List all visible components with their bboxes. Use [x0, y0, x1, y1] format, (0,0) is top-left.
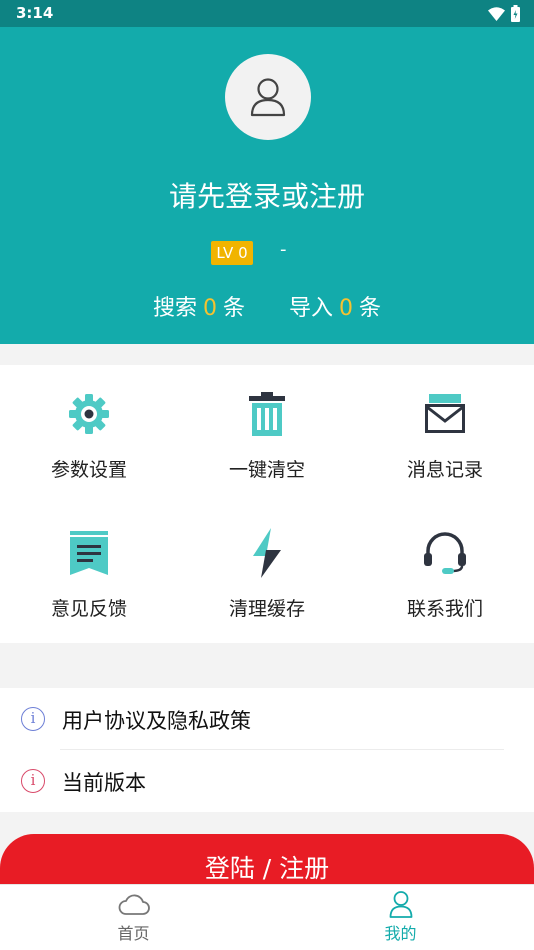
profile-header: 请先登录或注册 LV 0 - 搜索 0 条 导入 0 条: [0, 27, 534, 344]
menu-item-contact[interactable]: 联系我们: [356, 504, 534, 643]
menu-item-clear-all[interactable]: 一键清空: [178, 365, 356, 504]
menu-item-label: 清理缓存: [228, 598, 305, 620]
menu-item-settings[interactable]: 参数设置: [0, 365, 178, 504]
menu-item-clear-cache[interactable]: 清理缓存: [178, 504, 356, 643]
list-item-agreement[interactable]: i 用户协议及隐私政策: [0, 688, 534, 750]
login-prompt[interactable]: 请先登录或注册: [0, 175, 534, 215]
status-time: 3:14: [16, 4, 54, 22]
menu-item-messages[interactable]: 消息记录: [356, 365, 534, 504]
system-icons: [488, 5, 520, 22]
headset-icon: [424, 532, 466, 574]
user-icon: [250, 78, 286, 117]
menu-item-label: 一键清空: [228, 459, 305, 481]
info-icon: i: [21, 707, 45, 731]
tab-label: 我的: [384, 924, 417, 943]
menu-item-label: 意见反馈: [50, 598, 127, 620]
usage-counts: 搜索 0 条 导入 0 条: [0, 290, 534, 322]
menu-item-label: 联系我们: [406, 598, 483, 620]
lightning-icon: [253, 528, 281, 578]
feature-grid: 参数设置 一键清空 消息记录 意见反馈 清理缓存 联系我们: [0, 365, 534, 643]
menu-item-label: 消息记录: [406, 459, 483, 481]
gear-icon: [69, 394, 109, 434]
list-item-label: 用户协议及隐私政策: [62, 709, 251, 733]
info-list: i 用户协议及隐私政策 i 当前版本: [0, 688, 534, 812]
bottom-tab-bar: 首页 我的: [0, 884, 534, 950]
wifi-icon: [488, 6, 505, 21]
tab-home[interactable]: 首页: [0, 885, 267, 950]
menu-item-feedback[interactable]: 意见反馈: [0, 504, 178, 643]
import-count: 0: [339, 296, 354, 321]
import-unit: 条: [359, 296, 382, 321]
info-icon: i: [21, 769, 45, 793]
list-item-version[interactable]: i 当前版本: [0, 750, 534, 812]
user-icon: [389, 891, 413, 918]
status-bar: 3:14: [0, 0, 534, 27]
list-item-label: 当前版本: [62, 771, 146, 795]
search-count: 0: [202, 296, 217, 321]
search-label: 搜索: [152, 296, 197, 321]
tab-label: 首页: [117, 924, 150, 943]
avatar[interactable]: [225, 54, 311, 140]
feedback-icon: [70, 531, 108, 575]
trash-icon: [249, 392, 285, 436]
username: -: [280, 239, 287, 260]
tab-mine[interactable]: 我的: [267, 885, 534, 950]
cloud-icon: [118, 894, 150, 915]
battery-icon: [511, 5, 520, 22]
search-unit: 条: [222, 296, 245, 321]
level-badge: LV 0: [211, 241, 253, 265]
import-label: 导入: [289, 296, 334, 321]
menu-item-label: 参数设置: [50, 459, 127, 481]
mail-icon: [425, 394, 465, 433]
